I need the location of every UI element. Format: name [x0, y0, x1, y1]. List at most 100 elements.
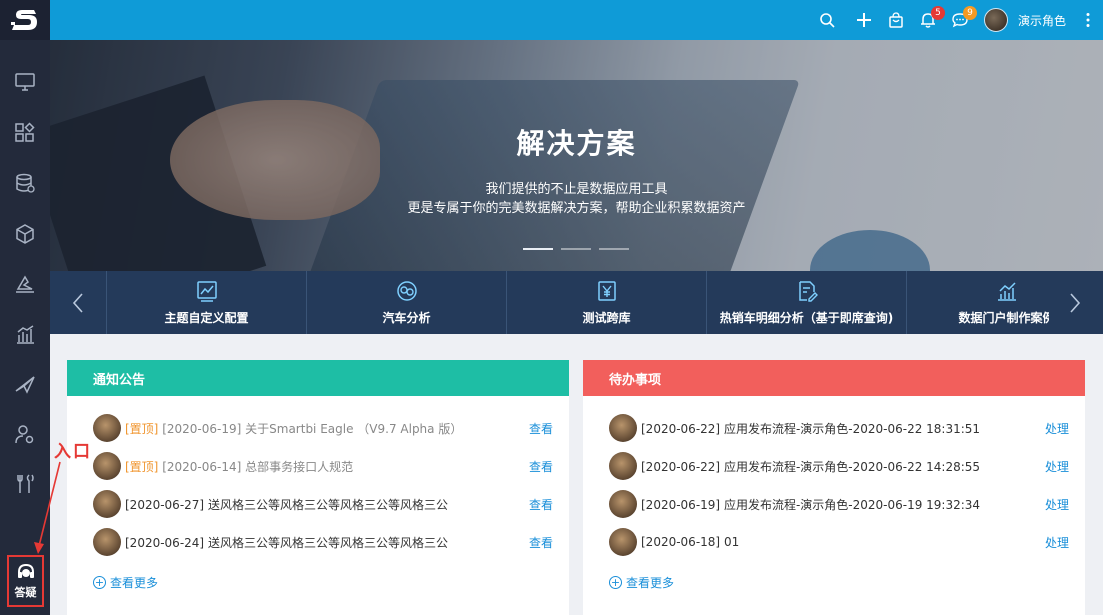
avatar: [93, 452, 121, 480]
prev-arrow-icon[interactable]: [50, 271, 106, 334]
bar-chart-icon[interactable]: [11, 320, 39, 348]
top-header: 5 9 演示角色: [50, 0, 1103, 40]
todo-title: 01: [723, 535, 740, 549]
smartbi-logo[interactable]: [0, 0, 50, 40]
user-avatar[interactable]: [984, 8, 1008, 32]
notice-row[interactable]: [置顶] [2020-06-19] 关于Smartbi Eagle （V9.7 …: [93, 414, 553, 442]
cube-icon[interactable]: [11, 220, 39, 248]
avatar: [609, 490, 637, 518]
process-link[interactable]: 处理: [1045, 534, 1069, 551]
todo-date: [2020-06-18]: [641, 535, 721, 549]
banner-subtitle-2: 更是专属于你的完美数据解决方案，帮助企业积累数据资产: [407, 201, 746, 216]
view-more-label: 查看更多: [110, 576, 159, 590]
todo-text: [2020-06-22] 应用发布流程-演示角色-2020-06-22 18:3…: [641, 420, 980, 437]
notification-bell-icon[interactable]: 5: [917, 6, 945, 31]
user-settings-icon[interactable]: [11, 420, 39, 448]
notice-panel-title: 通知公告: [67, 360, 569, 396]
line-chart-icon: [997, 282, 1016, 301]
pinned-tag: [置顶]: [125, 459, 159, 474]
apps-icon[interactable]: [11, 119, 39, 147]
view-more-label: 查看更多: [626, 576, 675, 590]
todo-title: 应用发布流程-演示角色-2020-06-22 18:31:51: [723, 421, 981, 436]
app-tile-label: 热销车明细分析（基于即席查询): [719, 311, 894, 325]
todo-text: [2020-06-22] 应用发布流程-演示角色-2020-06-22 14:2…: [641, 458, 980, 475]
app-tile-car-analysis[interactable]: 汽车分析: [306, 271, 506, 334]
view-more-notices[interactable]: + 查看更多: [93, 574, 158, 591]
view-link[interactable]: 查看: [529, 458, 553, 475]
chart-edit-icon: [196, 281, 217, 302]
view-more-todos[interactable]: + 查看更多: [609, 574, 674, 591]
todo-date: [2020-06-19]: [641, 497, 721, 512]
app-tile-theme-config[interactable]: 主题自定义配置: [106, 271, 306, 334]
todo-panel-title: 待办事项: [583, 360, 1085, 396]
todo-text: [2020-06-18] 01: [641, 535, 739, 549]
view-link[interactable]: 查看: [529, 496, 553, 513]
view-link[interactable]: 查看: [529, 420, 553, 437]
todo-title: 应用发布流程-演示角色-2020-06-19 19:32:34: [723, 497, 981, 512]
next-arrow-icon[interactable]: [1047, 271, 1103, 334]
database-icon[interactable]: [11, 169, 39, 197]
banner-subtitle-1: 我们提供的不止是数据应用工具: [485, 182, 668, 197]
app-shortcut-strip: 主题自定义配置 汽车分析 测试跨库 热销车明细分析（基于即席查询) 数据门户制作…: [50, 271, 1103, 334]
carousel-indicators: [523, 248, 629, 250]
avatar: [609, 452, 637, 480]
notice-row[interactable]: [2020-06-24] 送风格三公等风格三公等风格三公等风格三公 查看: [93, 528, 553, 556]
avatar: [609, 414, 637, 442]
app-tile-data-portal-case[interactable]: 数据门户制作案例: [906, 271, 1049, 334]
todo-date: [2020-06-22]: [641, 421, 721, 436]
layers-icon[interactable]: [11, 270, 39, 298]
app-tile-hot-car-detail[interactable]: 热销车明细分析（基于即席查询): [706, 271, 906, 334]
carousel-dot-1[interactable]: [523, 248, 553, 250]
notice-panel: 通知公告 [置顶] [2020-06-19] 关于Smartbi Eagle （…: [67, 360, 569, 615]
avatar: [93, 528, 121, 556]
notice-title: 送风格三公等风格三公等风格三公等风格三公: [207, 497, 448, 512]
notice-text: [2020-06-24] 送风格三公等风格三公等风格三公等风格三公: [125, 534, 448, 551]
message-icon[interactable]: 9: [949, 6, 977, 31]
todo-row[interactable]: [2020-06-22] 应用发布流程-演示角色-2020-06-22 18:3…: [609, 414, 1069, 442]
todo-text: [2020-06-19] 应用发布流程-演示角色-2020-06-19 19:3…: [641, 496, 980, 513]
avatar: [93, 414, 121, 442]
app-tile-label: 数据门户制作案例: [958, 311, 1049, 325]
send-icon[interactable]: [11, 370, 39, 398]
solution-banner[interactable]: 解决方案 我们提供的不止是数据应用工具 更是专属于你的完美数据解决方案，帮助企业…: [50, 40, 1103, 271]
help-label: 答疑: [14, 585, 37, 599]
app-tile-label: 测试跨库: [582, 311, 631, 325]
process-link[interactable]: 处理: [1045, 496, 1069, 513]
doc-edit-icon: [798, 281, 818, 302]
view-link[interactable]: 查看: [529, 534, 553, 551]
add-icon[interactable]: [853, 9, 875, 31]
notice-date: [2020-06-14]: [162, 459, 242, 474]
app-tiles: 主题自定义配置 汽车分析 测试跨库 热销车明细分析（基于即席查询) 数据门户制作…: [106, 271, 1049, 334]
carousel-dot-3[interactable]: [599, 248, 629, 250]
app-tile-cross-db-test[interactable]: 测试跨库: [506, 271, 706, 334]
app-tile-label: 汽车分析: [382, 311, 431, 325]
notice-date: [2020-06-19]: [162, 421, 242, 436]
notice-title: 送风格三公等风格三公等风格三公等风格三公: [207, 535, 448, 550]
avatar: [93, 490, 121, 518]
todo-row[interactable]: [2020-06-22] 应用发布流程-演示角色-2020-06-22 14:2…: [609, 452, 1069, 480]
shopping-bag-icon[interactable]: [885, 9, 907, 31]
user-name[interactable]: 演示角色: [1018, 12, 1066, 29]
process-link[interactable]: 处理: [1045, 420, 1069, 437]
monitor-icon[interactable]: [11, 68, 39, 96]
todo-panel: 待办事项 [2020-06-22] 应用发布流程-演示角色-2020-06-22…: [583, 360, 1085, 615]
pinned-tag: [置顶]: [125, 421, 159, 436]
plus-circle-icon: +: [93, 576, 106, 589]
process-link[interactable]: 处理: [1045, 458, 1069, 475]
todo-title: 应用发布流程-演示角色-2020-06-22 14:28:55: [723, 459, 981, 474]
search-icon[interactable]: [816, 9, 838, 31]
plus-circle-icon: +: [609, 576, 622, 589]
todo-date: [2020-06-22]: [641, 459, 721, 474]
notice-row[interactable]: [2020-06-27] 送风格三公等风格三公等风格三公等风格三公 查看: [93, 490, 553, 518]
todo-row[interactable]: [2020-06-18] 01 处理: [609, 528, 1069, 556]
notice-date: [2020-06-27]: [125, 497, 205, 512]
notice-text: [置顶] [2020-06-14] 总部事务接口人规范: [125, 458, 353, 475]
more-vertical-icon[interactable]: [1077, 9, 1099, 31]
todo-row[interactable]: [2020-06-19] 应用发布流程-演示角色-2020-06-19 19:3…: [609, 490, 1069, 518]
headset-icon: [17, 563, 34, 578]
help-entry-button[interactable]: 答疑: [7, 555, 44, 607]
banner-title: 解决方案: [516, 127, 637, 160]
notice-row[interactable]: [置顶] [2020-06-14] 总部事务接口人规范 查看: [93, 452, 553, 480]
carousel-dot-2[interactable]: [561, 248, 591, 250]
entry-annotation-label: 入口: [54, 442, 92, 462]
